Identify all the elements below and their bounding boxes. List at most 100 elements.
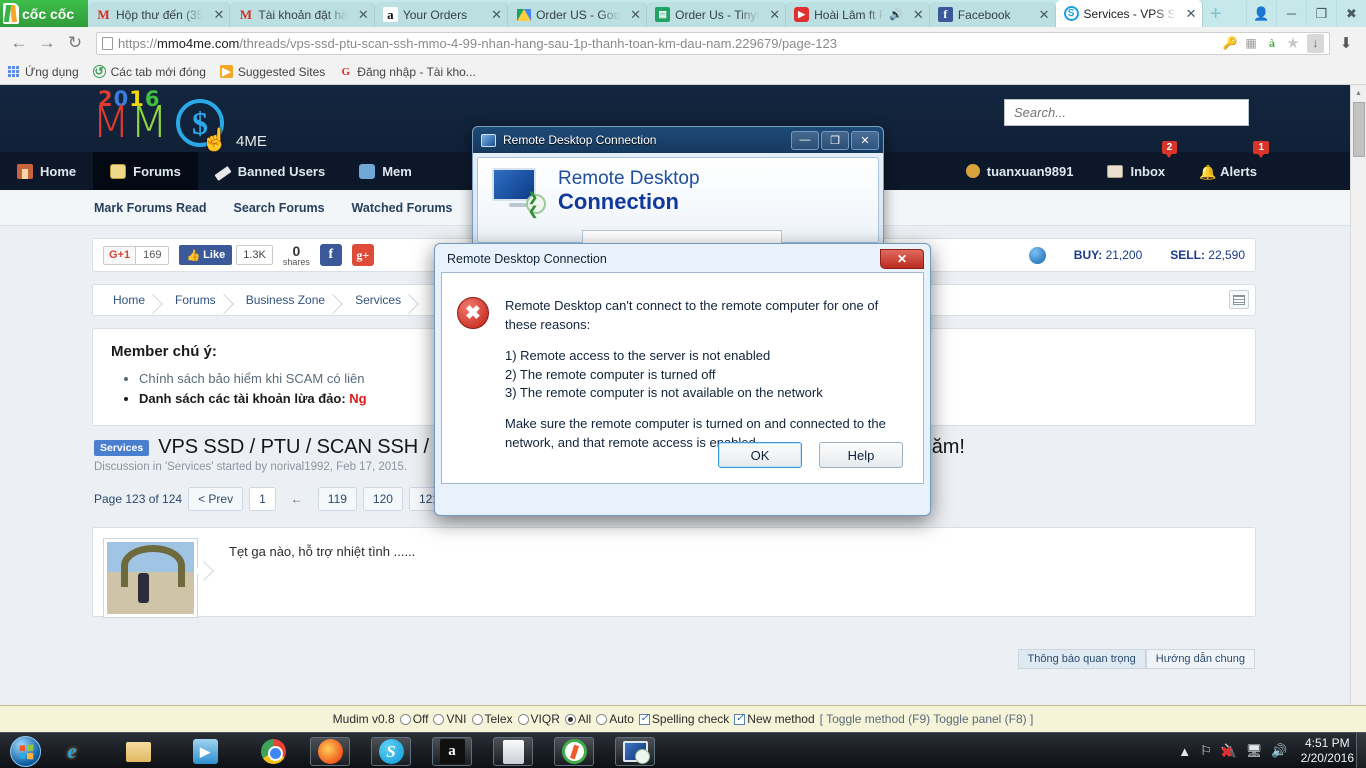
download-tray-icon[interactable]: ⬇ (1332, 28, 1360, 58)
rdp-error-close-button[interactable]: ✕ (880, 249, 924, 269)
nav-item-home[interactable]: Home (0, 152, 93, 190)
page-120-button[interactable]: 120 (362, 487, 403, 512)
browser-tab-2[interactable]: a Your Orders ✕ (374, 2, 509, 27)
help-button[interactable]: Help (819, 442, 903, 468)
nav-item-members[interactable]: Mem (342, 152, 429, 190)
site-logo[interactable]: 2016 MM $ ☝ 4ME (88, 85, 268, 153)
radio-icon[interactable] (596, 713, 608, 725)
minimize-window-button[interactable]: ─ (1276, 1, 1306, 26)
browser-tab-6[interactable]: f Facebook ✕ (929, 2, 1056, 27)
network-error-icon[interactable]: 🔌 ✖ (1221, 743, 1237, 760)
download-arrow-icon[interactable]: ↓ (1307, 33, 1324, 53)
radio-icon[interactable] (433, 713, 445, 725)
mudim-spelling-check[interactable]: ✓ Spelling check (638, 712, 729, 726)
thread-tag[interactable]: Services (94, 439, 150, 456)
tab-close-icon[interactable]: ✕ (629, 7, 642, 23)
bookmark-star-icon[interactable]: ★ (1286, 35, 1300, 52)
user-profile-icon[interactable]: 👤 (1246, 1, 1276, 26)
subnav-mark-forums-read[interactable]: Mark Forums Read (94, 201, 207, 215)
mudim-toggles[interactable]: [ Toggle method (F9) Toggle panel (F8) ] (820, 712, 1034, 726)
tab-close-icon[interactable]: ✕ (357, 7, 370, 23)
mudim-new-method[interactable]: ✓ New method (734, 712, 815, 726)
bookmark-suggested-sites[interactable]: ▶ Suggested Sites (219, 65, 325, 79)
mudim-option-all[interactable]: All (564, 712, 591, 726)
prev-page-button[interactable]: < Prev (188, 487, 244, 512)
mudim-option-viqr[interactable]: VIQR (517, 712, 560, 726)
tab-close-icon[interactable]: ✕ (768, 7, 781, 23)
tab-mute-icon[interactable]: 🔊 (889, 8, 903, 21)
key-icon[interactable]: 🔑 (1223, 36, 1238, 51)
rdp-close-button[interactable]: ✕ (851, 130, 879, 150)
mudim-option-off[interactable]: Off (399, 712, 428, 726)
breadcrumb-jump-icon[interactable] (1229, 290, 1249, 309)
taskbar-firefox[interactable] (310, 737, 350, 766)
checkbox-icon-checked[interactable]: ✓ (638, 713, 650, 725)
restore-window-button[interactable]: ❐ (1306, 1, 1336, 26)
new-tab-button[interactable]: + (1203, 2, 1229, 27)
google-plus-one-button[interactable]: G+1 169 (103, 245, 170, 265)
rdp-minimize-button[interactable]: — (791, 130, 819, 150)
nav-item-forums[interactable]: Forums (93, 152, 198, 190)
page-scrollbar[interactable]: ▲ (1350, 85, 1366, 705)
tab-close-icon[interactable]: ✕ (212, 7, 225, 23)
tab-close-icon[interactable]: ✕ (490, 7, 503, 23)
bookmark-apps[interactable]: Ứng dụng (8, 65, 79, 79)
rdp-error-dialog[interactable]: Remote Desktop Connection ✕ ✖ Remote Des… (434, 243, 931, 516)
mudim-option-telex[interactable]: Telex (471, 712, 513, 726)
clock[interactable]: 4:51 PM 2/20/2016 (1301, 736, 1354, 766)
breadcrumb-home[interactable]: Home (97, 293, 159, 307)
scrollbar-thumb[interactable] (1353, 102, 1365, 157)
mudim-option-vni[interactable]: VNI (433, 712, 467, 726)
nav-item-banned-users[interactable]: Banned Users (198, 152, 342, 190)
breadcrumb-business-zone[interactable]: Business Zone (230, 293, 339, 307)
search-input[interactable] (1005, 100, 1248, 125)
checkbox-icon-checked[interactable]: ✓ (734, 713, 746, 725)
facebook-like-button[interactable]: 👍 Like 1.3K (179, 245, 273, 265)
browser-tab-4[interactable]: ▤ Order Us - Tinyl ✕ (647, 2, 787, 27)
radio-icon[interactable] (517, 713, 529, 725)
taskbar-chrome[interactable] (253, 737, 293, 766)
mini-tab-huong-dan[interactable]: Hướng dẫn chung (1145, 649, 1255, 669)
radio-icon[interactable] (471, 713, 483, 725)
browser-tab-5[interactable]: ▶ Hoài Lâm ft P 🔊 ✕ (786, 2, 930, 27)
page-info-icon[interactable] (102, 36, 113, 50)
breadcrumb-forums[interactable]: Forums (159, 293, 230, 307)
taskbar-coccoc[interactable] (554, 737, 594, 766)
subnav-watched-forums[interactable]: Watched Forums (352, 201, 453, 215)
start-button[interactable] (2, 734, 48, 768)
facebook-share-button[interactable]: f (319, 244, 342, 266)
mini-tab-thong-bao[interactable]: Thông báo quan trọng (1017, 649, 1146, 669)
browser-tab-1[interactable]: M Tài khoản đặt hà ✕ (230, 2, 375, 27)
gplus-share-button[interactable]: g+ (351, 244, 374, 266)
taskbar-windows-media-player[interactable]: ▶ (185, 737, 225, 766)
scroll-up-icon[interactable]: ▲ (1351, 85, 1366, 101)
forward-icon[interactable]: → (34, 30, 60, 56)
taskbar-file-explorer[interactable] (118, 737, 158, 766)
site-search-box[interactable] (1004, 99, 1249, 126)
avatar[interactable] (103, 538, 198, 619)
tab-close-icon[interactable]: ✕ (1185, 6, 1198, 22)
back-icon[interactable]: ← (6, 30, 32, 56)
reload-icon[interactable]: ↻ (62, 30, 88, 56)
ok-button[interactable]: OK (718, 442, 802, 468)
browser-tab-7-active[interactable]: S Services - VPS S ✕ (1055, 0, 1203, 27)
rdp-restore-button[interactable]: ❐ (821, 130, 849, 150)
mudim-option-auto[interactable]: Auto (596, 712, 634, 726)
subnav-search-forums[interactable]: Search Forums (234, 201, 325, 215)
taskbar-skype[interactable]: S (371, 737, 411, 766)
nav-item-inbox[interactable]: Inbox 2 (1090, 141, 1182, 190)
show-hidden-icons[interactable]: ▲ (1178, 744, 1191, 759)
close-window-button[interactable]: ✖ (1336, 1, 1366, 26)
bookmark-google-login[interactable]: G Đăng nhập - Tài kho... (339, 65, 476, 79)
page-1-button[interactable]: 1 (249, 487, 276, 512)
tab-close-icon[interactable]: ✕ (1038, 7, 1051, 23)
accent-icon[interactable]: à (1265, 36, 1279, 51)
breadcrumb-services[interactable]: Services (339, 293, 415, 307)
volume-icon[interactable]: 🔊 (1271, 743, 1287, 759)
network-icon[interactable]: 🖥 (1246, 743, 1263, 759)
taskbar-amazon[interactable]: a (432, 737, 472, 766)
browser-tab-3[interactable]: Order US - Goo ✕ (508, 2, 648, 27)
flag-icon[interactable]: ⚐ (1200, 743, 1212, 759)
radio-icon[interactable] (399, 713, 411, 725)
remote-desktop-window[interactable]: Remote Desktop Connection — ❐ ✕ ❯❮ Remot… (472, 126, 884, 248)
